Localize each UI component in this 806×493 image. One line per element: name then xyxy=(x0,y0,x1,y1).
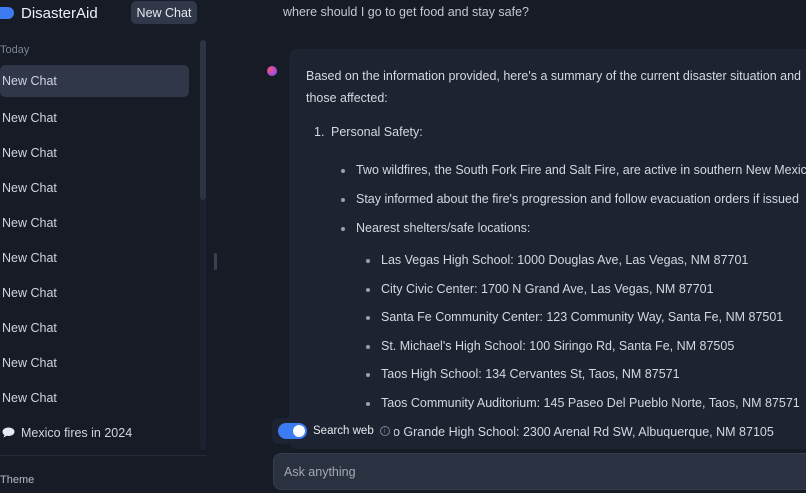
new-chat-button[interactable]: New Chat xyxy=(131,1,197,24)
bullet-dot xyxy=(366,259,370,263)
brand[interactable]: DisasterAid xyxy=(0,3,98,23)
theme-label[interactable]: Theme xyxy=(0,474,34,486)
list-item: Nearest shelters/safe locations: xyxy=(356,221,531,235)
section-label-today: Today xyxy=(0,44,30,56)
chat-history-item[interactable]: New Chat xyxy=(0,135,189,170)
shelter-item: Taos High School: 134 Cervantes St, Taos… xyxy=(381,367,680,381)
logo-icon xyxy=(0,7,14,19)
chat-history-item[interactable]: New Chat xyxy=(0,310,189,345)
chat-history-list: New Chat New Chat New Chat New Chat New … xyxy=(0,65,200,450)
chat-history-item[interactable]: New Chat xyxy=(0,380,189,415)
list-number: 1. xyxy=(314,125,325,139)
chat-main: where should I go to get food and stay s… xyxy=(222,0,806,493)
sidebar-scrollbar[interactable] xyxy=(200,40,206,200)
list-item: Two wildfires, the South Fork Fire and S… xyxy=(356,163,806,177)
shelter-item: St. Michael's High School: 100 Siringo R… xyxy=(381,339,735,353)
sidebar-resize-handle[interactable] xyxy=(214,253,217,270)
section-title: Personal Safety: xyxy=(331,125,423,139)
shelter-item: Taos Community Auditorium: 145 Paseo Del… xyxy=(381,396,800,410)
chat-history-label: New Chat xyxy=(2,74,57,88)
list-item: Stay informed about the fire's progressi… xyxy=(356,192,799,206)
sidebar-divider xyxy=(0,455,207,456)
bullet-dot xyxy=(366,345,370,349)
chat-history-label: Mexico fires in 2024 xyxy=(21,425,133,440)
user-message: where should I go to get food and stay s… xyxy=(283,5,530,19)
chat-history-label: New Chat xyxy=(2,250,57,265)
chat-history-item[interactable]: New Chat xyxy=(0,205,189,240)
chat-history-label: New Chat xyxy=(2,355,57,370)
chat-history-label: New Chat xyxy=(2,180,57,195)
chat-history-label: New Chat xyxy=(2,215,57,230)
toggle-knob xyxy=(293,425,305,437)
assistant-avatar xyxy=(267,66,277,76)
chat-history-item[interactable]: Mexico fires in 2024 xyxy=(0,415,189,450)
toggle-switch[interactable] xyxy=(278,423,307,439)
shelter-item: Las Vegas High School: 1000 Douglas Ave,… xyxy=(381,253,749,267)
assistant-answer: Based on the information provided, here'… xyxy=(306,65,806,109)
ask-input[interactable] xyxy=(273,453,806,490)
bullet-dot xyxy=(341,227,345,231)
chat-history-label: New Chat xyxy=(2,320,57,335)
chat-history-label: New Chat xyxy=(2,285,57,300)
chat-history-item[interactable]: New Chat xyxy=(0,100,189,135)
assistant-message: Based on the information provided, here'… xyxy=(289,49,806,449)
info-icon[interactable]: i xyxy=(379,426,390,436)
bullet-dot xyxy=(366,316,370,320)
shelter-item: City Civic Center: 1700 N Grand Ave, Las… xyxy=(381,282,714,296)
chat-history-label: New Chat xyxy=(2,110,57,125)
answer-intro: Based on the information provided, here'… xyxy=(306,69,802,105)
chat-history-item[interactable]: New Chat xyxy=(0,275,189,310)
bullet-dot xyxy=(341,198,345,202)
chat-history-label: New Chat xyxy=(2,145,57,160)
chat-history-item[interactable]: New Chat xyxy=(0,170,189,205)
bullet-dot xyxy=(366,402,370,406)
chat-bubble-icon xyxy=(2,427,15,438)
chat-history-item[interactable]: New Chat xyxy=(0,240,189,275)
search-web-toggle[interactable]: Search web i xyxy=(272,418,394,444)
chat-history-item[interactable]: New Chat xyxy=(0,65,189,97)
search-web-label: Search web xyxy=(313,425,374,437)
shelter-item: o Grande High School: 2300 Arenal Rd SW,… xyxy=(393,425,774,439)
app-name: DisasterAid xyxy=(21,4,98,22)
shelter-item: Santa Fe Community Center: 123 Community… xyxy=(381,310,784,324)
bullet-dot xyxy=(366,373,370,377)
chat-history-label: New Chat xyxy=(2,390,57,405)
bullet-dot xyxy=(366,288,370,292)
bullet-dot xyxy=(341,169,345,173)
sidebar: DisasterAid New Chat Today New Chat New … xyxy=(0,0,208,493)
chat-history-item[interactable]: New Chat xyxy=(0,345,189,380)
